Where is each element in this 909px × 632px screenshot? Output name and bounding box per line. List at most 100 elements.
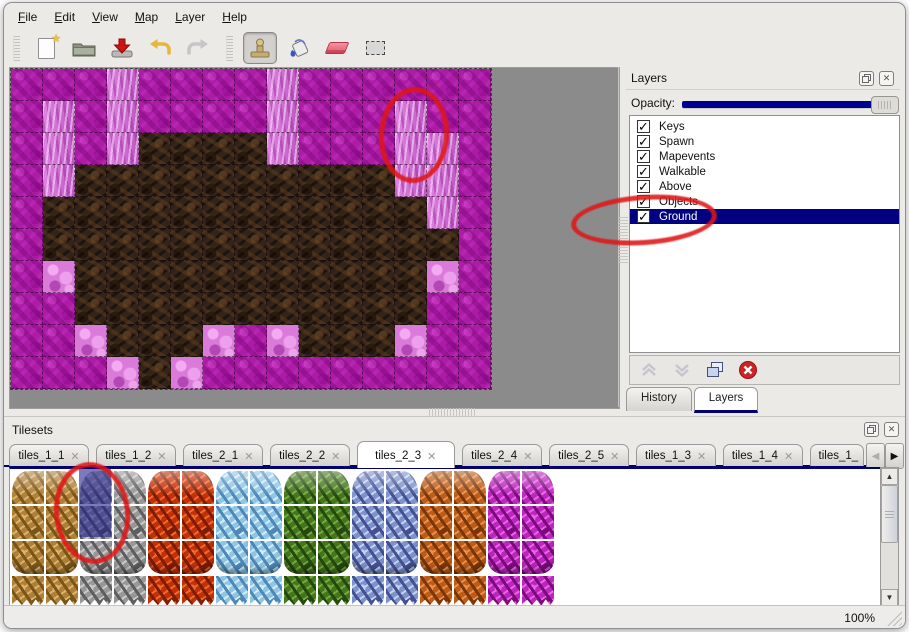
map-tile-dark-ground[interactable] (203, 293, 235, 325)
map-tile-magenta-wall[interactable] (299, 357, 331, 389)
tileset-tile[interactable] (80, 576, 112, 608)
close-tab-icon[interactable]: ✕ (697, 450, 706, 463)
redo-button[interactable] (182, 33, 214, 63)
tileset-tile[interactable] (114, 471, 146, 504)
map-tile-magenta-wall[interactable] (459, 101, 491, 133)
layer-row-ground[interactable]: ✓Ground (630, 209, 899, 224)
map-tile-dark-ground[interactable] (139, 165, 171, 197)
undo-button[interactable] (144, 33, 176, 63)
map-tile-pink-crystal-column[interactable] (107, 101, 139, 133)
tileset-tile[interactable] (114, 576, 146, 608)
map-tile-magenta-wall[interactable] (11, 229, 43, 261)
raise-layer-button[interactable] (638, 359, 660, 381)
map-tile-dark-ground[interactable] (267, 165, 299, 197)
tileset-tile[interactable] (148, 471, 180, 504)
map-tile-magenta-wall[interactable] (203, 101, 235, 133)
map-tile-pink-crystal-column[interactable] (267, 69, 299, 101)
map-tile-dark-ground[interactable] (75, 229, 107, 261)
map-tile-dark-ground[interactable] (363, 261, 395, 293)
map-tile-pink-crystal-column[interactable] (43, 133, 75, 165)
map-tile-magenta-wall[interactable] (43, 357, 75, 389)
map-tile-dark-ground[interactable] (107, 293, 139, 325)
map-tile-dark-ground[interactable] (363, 197, 395, 229)
map-tile-magenta-wall[interactable] (11, 133, 43, 165)
stamp-tool-button[interactable] (243, 32, 277, 64)
tileset-tile[interactable] (216, 576, 248, 608)
tileset-tile[interactable] (46, 576, 78, 608)
map-tile-dark-ground[interactable] (395, 293, 427, 325)
map-tile-dark-ground[interactable] (235, 165, 267, 197)
map-tile-pink-crystal-column[interactable] (267, 133, 299, 165)
map-canvas[interactable] (10, 68, 492, 390)
map-tile-dark-ground[interactable] (139, 357, 171, 389)
tileset-tile[interactable] (522, 471, 554, 504)
tileset-tile[interactable] (488, 471, 520, 504)
tileset-tile[interactable] (182, 541, 214, 574)
layer-row-mapevents[interactable]: ✓Mapevents (630, 149, 899, 164)
tileset-tile[interactable] (454, 541, 486, 574)
tileset-tile[interactable] (250, 471, 282, 504)
map-tile-dark-ground[interactable] (363, 229, 395, 261)
map-tile-magenta-wall[interactable] (235, 101, 267, 133)
map-tile-magenta-wall[interactable] (235, 357, 267, 389)
map-tile-dark-ground[interactable] (75, 261, 107, 293)
close-panel-icon[interactable]: ✕ (884, 422, 899, 437)
layer-visibility-checkbox[interactable]: ✓ (637, 150, 650, 163)
tileset-tile[interactable] (386, 541, 418, 574)
tileset-tab-tiles_1_1[interactable]: tiles_1_1✕ (9, 444, 89, 466)
map-tile-magenta-wall[interactable] (331, 69, 363, 101)
open-file-button[interactable] (68, 33, 100, 63)
tileset-tab-tiles_2_2[interactable]: tiles_2_2✕ (270, 444, 350, 466)
tab-scroll-right-icon[interactable]: ▶ (885, 443, 904, 469)
tileset-tile[interactable] (454, 471, 486, 504)
tileset-tab-tiles_2_4[interactable]: tiles_2_4✕ (462, 444, 542, 466)
map-tile-dark-ground[interactable] (363, 325, 395, 357)
tileset-tile[interactable] (386, 506, 418, 539)
map-tile-pink-rock[interactable] (427, 261, 459, 293)
map-tile-dark-ground[interactable] (43, 229, 75, 261)
map-tile-dark-ground[interactable] (139, 197, 171, 229)
map-tile-dark-ground[interactable] (171, 229, 203, 261)
map-tile-dark-ground[interactable] (331, 325, 363, 357)
tileset-tab-tiles_1_[interactable]: tiles_1_✕ (810, 444, 864, 466)
map-tile-magenta-wall[interactable] (43, 325, 75, 357)
layer-row-objects[interactable]: ✓Objects (630, 194, 899, 209)
map-tile-dark-ground[interactable] (75, 165, 107, 197)
tileset-tile[interactable] (522, 576, 554, 608)
tileset-tile[interactable] (46, 541, 78, 574)
close-tab-icon[interactable]: ✕ (523, 450, 532, 463)
menu-layer[interactable]: Layer (175, 10, 205, 24)
opacity-slider-handle[interactable] (871, 96, 899, 114)
eraser-tool-button[interactable] (321, 33, 353, 63)
map-tile-dark-ground[interactable] (235, 261, 267, 293)
map-tile-dark-ground[interactable] (171, 197, 203, 229)
tileset-tile[interactable] (284, 541, 316, 574)
layer-row-keys[interactable]: ✓Keys (630, 119, 899, 134)
lower-layer-button[interactable] (671, 359, 693, 381)
map-tile-dark-ground[interactable] (139, 325, 171, 357)
delete-layer-button[interactable] (737, 359, 759, 381)
map-tile-magenta-wall[interactable] (11, 325, 43, 357)
tileset-tile[interactable] (12, 541, 44, 574)
map-tile-magenta-wall[interactable] (171, 101, 203, 133)
map-tile-pink-crystal-column[interactable] (267, 101, 299, 133)
map-tile-magenta-wall[interactable] (75, 133, 107, 165)
map-tile-magenta-wall[interactable] (331, 133, 363, 165)
vertical-splitter-handle[interactable] (619, 215, 628, 263)
tileset-tile[interactable] (352, 576, 384, 608)
map-tile-magenta-wall[interactable] (43, 69, 75, 101)
tileset-tile[interactable] (46, 471, 78, 504)
menu-file[interactable]: File (18, 10, 37, 24)
layer-visibility-checkbox[interactable]: ✓ (637, 180, 650, 193)
tileset-tile[interactable] (318, 576, 350, 608)
map-tile-dark-ground[interactable] (331, 293, 363, 325)
map-tile-magenta-wall[interactable] (203, 357, 235, 389)
map-tile-dark-ground[interactable] (171, 165, 203, 197)
map-tile-dark-ground[interactable] (107, 197, 139, 229)
map-tile-dark-ground[interactable] (299, 197, 331, 229)
close-tab-icon[interactable]: ✕ (427, 450, 436, 463)
tileset-tile[interactable] (488, 506, 520, 539)
toolbar-drag-handle[interactable] (13, 35, 20, 61)
tileset-tile[interactable] (216, 506, 248, 539)
tileset-tile[interactable] (386, 576, 418, 608)
